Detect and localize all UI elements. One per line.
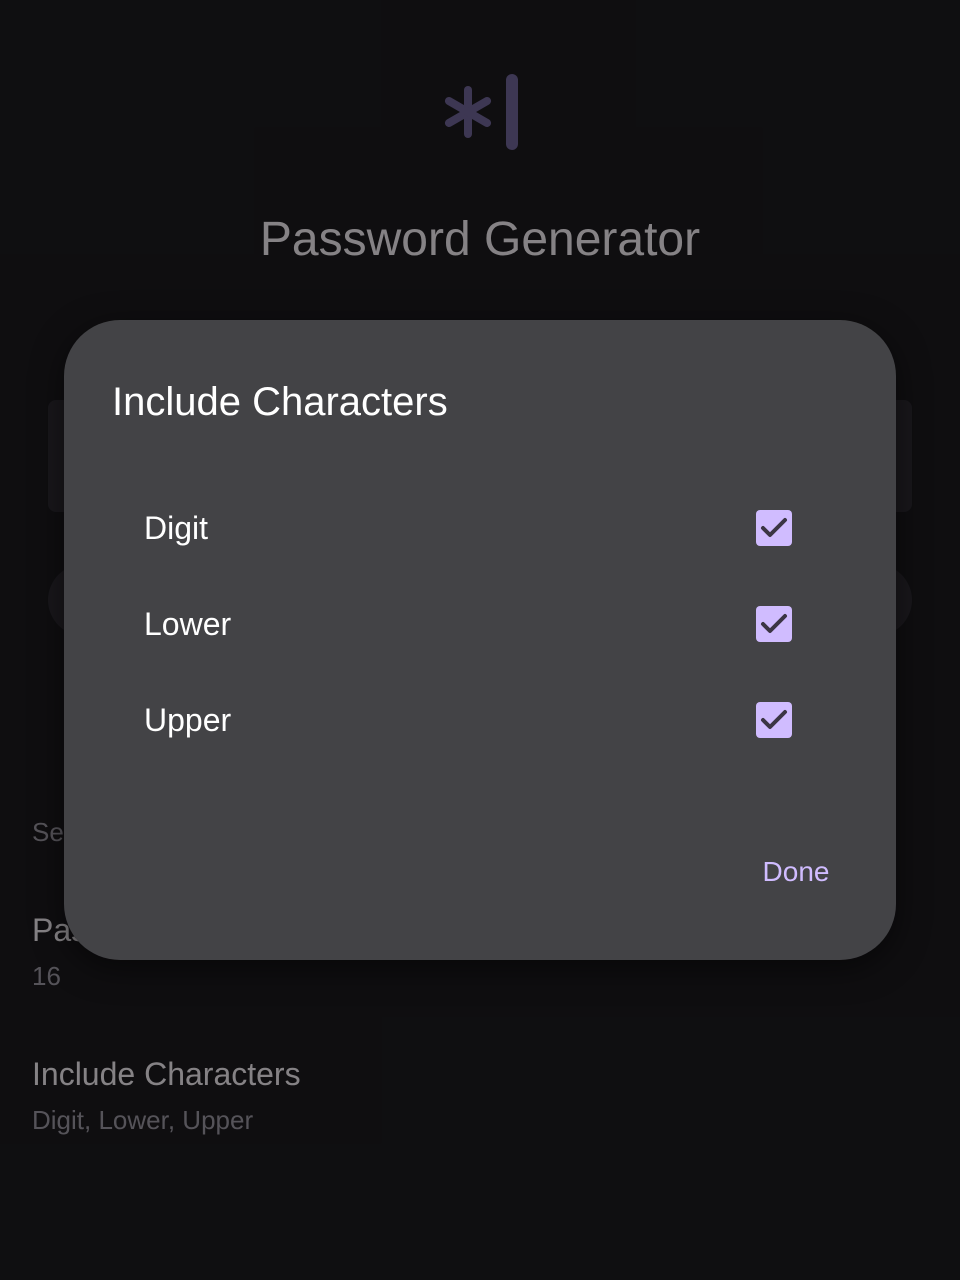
option-label: Upper bbox=[144, 702, 232, 738]
done-button[interactable]: Done bbox=[736, 844, 856, 900]
option-row-lower[interactable]: Lower bbox=[112, 576, 848, 672]
include-characters-dialog: Include Characters Digit Lower Upper Don… bbox=[64, 320, 896, 960]
app-screen: Password Generator Settings Password Len… bbox=[0, 0, 960, 1280]
lower-checkbox[interactable] bbox=[756, 606, 792, 642]
option-row-digit[interactable]: Digit bbox=[112, 480, 848, 576]
upper-checkbox[interactable] bbox=[756, 702, 792, 738]
check-icon bbox=[761, 614, 787, 633]
check-icon bbox=[761, 518, 787, 537]
option-row-upper[interactable]: Upper bbox=[112, 672, 848, 768]
option-label: Lower bbox=[144, 606, 232, 642]
check-icon bbox=[761, 710, 787, 729]
dialog-title: Include Characters bbox=[112, 380, 448, 424]
option-label: Digit bbox=[144, 510, 209, 546]
digit-checkbox[interactable] bbox=[756, 510, 792, 546]
